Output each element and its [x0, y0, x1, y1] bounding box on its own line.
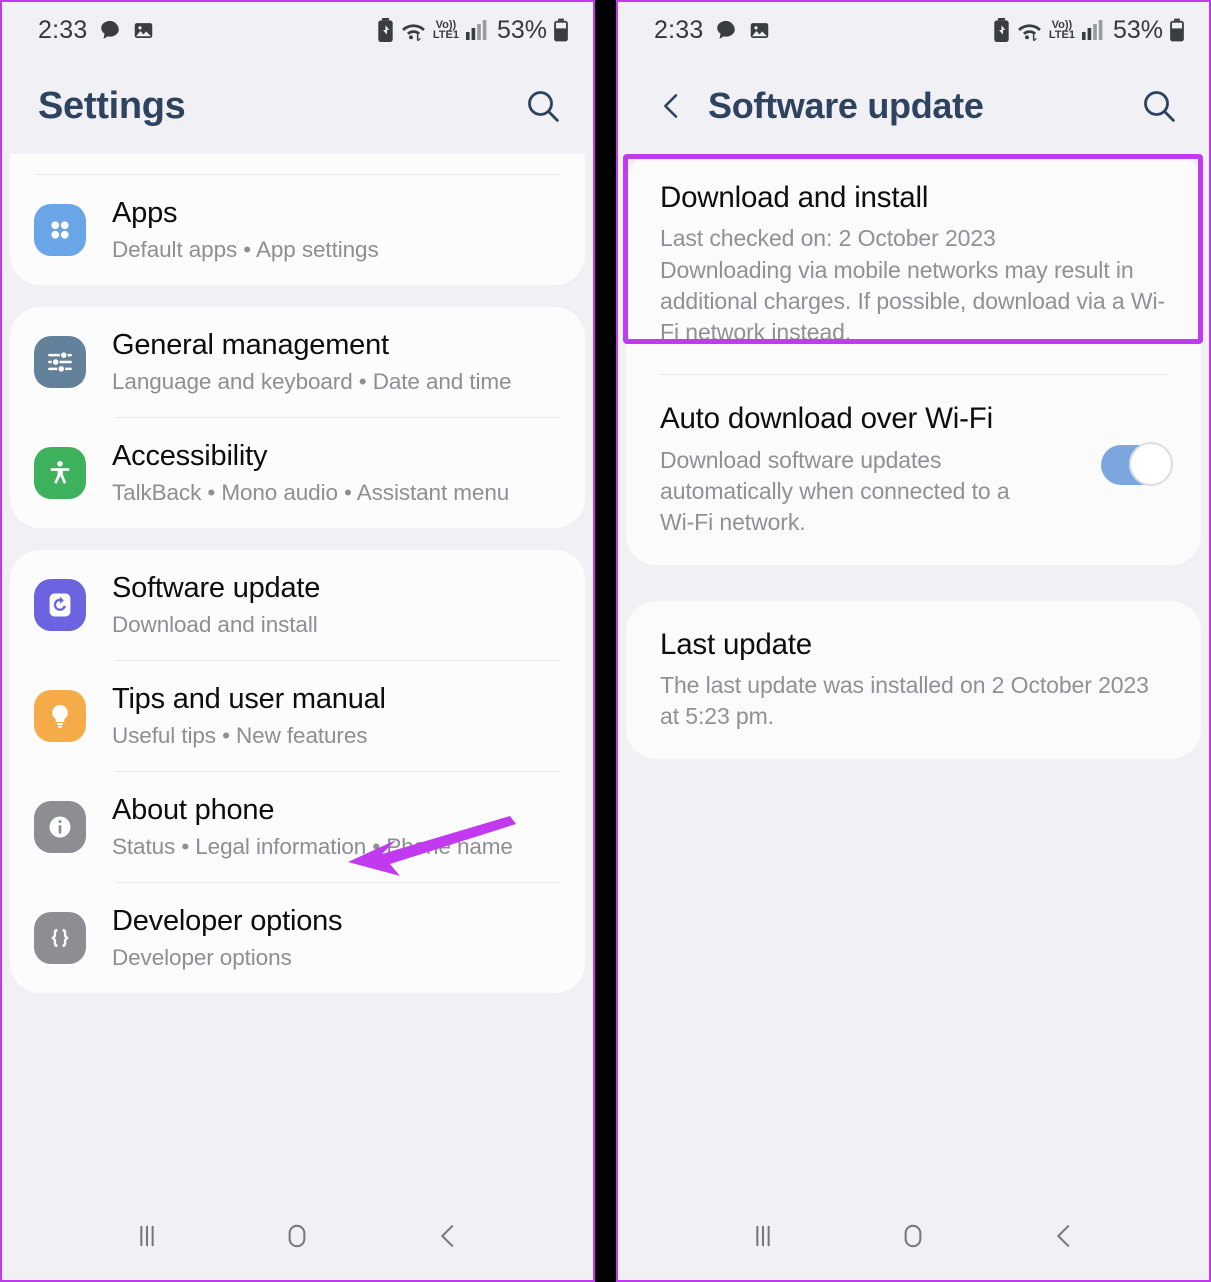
battery-icon — [553, 18, 569, 42]
volte-lte1-icon: Vo)) LTE1 — [1048, 19, 1075, 41]
section-description: Download software updates automatically … — [660, 446, 1010, 536]
message-bubble-icon — [99, 19, 121, 41]
back-chevron-icon[interactable] — [654, 89, 688, 123]
nav-bar-right — [618, 1192, 1209, 1280]
section-download-and-install[interactable]: Download and install Last checked on: 2 … — [626, 154, 1201, 374]
lte-label: LTE1 — [1048, 29, 1075, 41]
battery-saver-icon — [993, 18, 1010, 42]
list-item-subtitle: Language and keyboard • Date and time — [112, 369, 512, 395]
software-update-header: Software update — [618, 58, 1209, 154]
software-update-refresh-icon — [32, 577, 88, 633]
status-time: 2:33 — [38, 15, 88, 44]
list-item-title: Tips and user manual — [112, 682, 386, 715]
nav-bar-left — [2, 1192, 593, 1280]
battery-icon — [1169, 18, 1185, 42]
apps-grid-icon — [32, 202, 88, 258]
sidebar-item-software-update[interactable]: Software update Download and install — [10, 550, 585, 660]
lightbulb-icon — [32, 688, 88, 744]
section-description: The last update was installed on 2 Octob… — [660, 672, 1149, 730]
list-item-title: General management — [112, 328, 389, 361]
dual-screenshot-container: 2:33 Vo)) LTE1 53% Settings Apps Default… — [0, 0, 1211, 1282]
settings-list[interactable]: Apps Default apps • App settings General… — [2, 154, 593, 1192]
auto-download-toggle[interactable] — [1101, 442, 1173, 487]
info-circle-icon — [32, 799, 88, 855]
list-item-subtitle: Status • Legal information • Phone name — [112, 833, 513, 859]
update-settings-card: Download and install Last checked on: 2 … — [626, 154, 1201, 565]
status-bar-left: 2:33 Vo)) LTE1 53% — [2, 2, 593, 58]
wifi-icon — [400, 19, 427, 41]
battery-saver-icon — [377, 18, 394, 42]
battery-percent: 53% — [1112, 15, 1163, 44]
search-icon[interactable] — [1139, 86, 1179, 126]
list-item-subtitle: Default apps • App settings — [112, 237, 379, 263]
sidebar-item-about-phone[interactable]: About phone Status • Legal information •… — [10, 772, 585, 882]
volte-lte1-icon: Vo)) LTE1 — [432, 19, 459, 41]
status-bar-right-group: Vo)) LTE1 53% — [377, 16, 569, 45]
status-bar-left-group: 2:33 — [654, 16, 770, 45]
settings-group-apps: Apps Default apps • App settings — [10, 154, 585, 285]
list-item-title: Software update — [112, 571, 321, 604]
search-icon[interactable] — [523, 86, 563, 126]
left-phone-screen: 2:33 Vo)) LTE1 53% Settings Apps Default… — [0, 0, 595, 1282]
recents-icon[interactable] — [746, 1219, 780, 1253]
list-item-subtitle: Useful tips • New features — [112, 723, 368, 748]
battery-percent: 53% — [496, 15, 547, 44]
list-item-subtitle: Download and install — [112, 612, 318, 638]
settings-header: Settings — [2, 58, 593, 154]
signal-bars-icon — [465, 19, 487, 41]
right-phone-screen: 2:33 Vo)) LTE1 53% Software update Downl… — [616, 0, 1211, 1282]
list-item-title: Developer options — [112, 904, 343, 937]
last-update-card: Last update The last update was installe… — [626, 600, 1201, 759]
list-item-title: About phone — [112, 793, 275, 826]
back-icon[interactable] — [431, 1219, 465, 1253]
lte-label: LTE1 — [432, 29, 459, 41]
software-update-content[interactable]: Download and install Last checked on: 2 … — [618, 154, 1209, 1192]
wifi-icon — [1016, 19, 1043, 41]
settings-group-general: General management Language and keyboard… — [10, 306, 585, 528]
screen-separator — [595, 0, 616, 1282]
status-bar-left-group: 2:33 — [38, 16, 154, 45]
status-bar-right-group: Vo)) LTE1 53% — [993, 16, 1185, 45]
photo-icon — [749, 20, 770, 41]
sidebar-item-apps[interactable]: Apps Default apps • App settings — [10, 175, 585, 285]
list-item-subtitle: TalkBack • Mono audio • Assistant menu — [112, 480, 510, 506]
message-bubble-icon — [715, 19, 737, 41]
sliders-icon — [32, 334, 88, 390]
accessibility-person-icon — [32, 445, 88, 501]
section-auto-download-over-wifi[interactable]: Auto download over Wi-Fi Download softwa… — [626, 375, 1201, 564]
page-title: Settings — [38, 84, 186, 127]
toggle-knob — [1129, 442, 1173, 487]
section-description: Last checked on: 2 October 2023 Download… — [660, 225, 1166, 346]
recents-icon[interactable] — [130, 1219, 164, 1253]
home-icon[interactable] — [896, 1219, 930, 1253]
page-title: Software update — [708, 85, 984, 126]
braces-code-icon — [32, 910, 88, 966]
section-title: Auto download over Wi-Fi — [660, 402, 993, 436]
status-time: 2:33 — [654, 15, 704, 44]
list-item-title: Accessibility — [112, 439, 268, 472]
list-item-subtitle: Developer options — [112, 944, 292, 970]
section-title: Last update — [660, 627, 812, 661]
section-last-update: Last update The last update was installe… — [626, 601, 1201, 759]
status-bar-right: 2:33 Vo)) LTE1 53% — [618, 2, 1209, 58]
signal-bars-icon — [1081, 19, 1103, 41]
sidebar-item-accessibility[interactable]: Accessibility TalkBack • Mono audio • As… — [10, 418, 585, 528]
sidebar-item-developer-options[interactable]: Developer options Developer options — [10, 883, 585, 993]
home-icon[interactable] — [280, 1219, 314, 1253]
sidebar-item-general-management[interactable]: General management Language and keyboard… — [10, 307, 585, 417]
section-title: Download and install — [660, 181, 929, 214]
sidebar-item-tips-and-user-manual[interactable]: Tips and user manual Useful tips • New f… — [10, 661, 585, 771]
list-item-title: Apps — [112, 197, 178, 229]
photo-icon — [133, 20, 154, 41]
settings-group-software: Software update Download and install Tip… — [10, 549, 585, 993]
back-icon[interactable] — [1047, 1219, 1081, 1253]
